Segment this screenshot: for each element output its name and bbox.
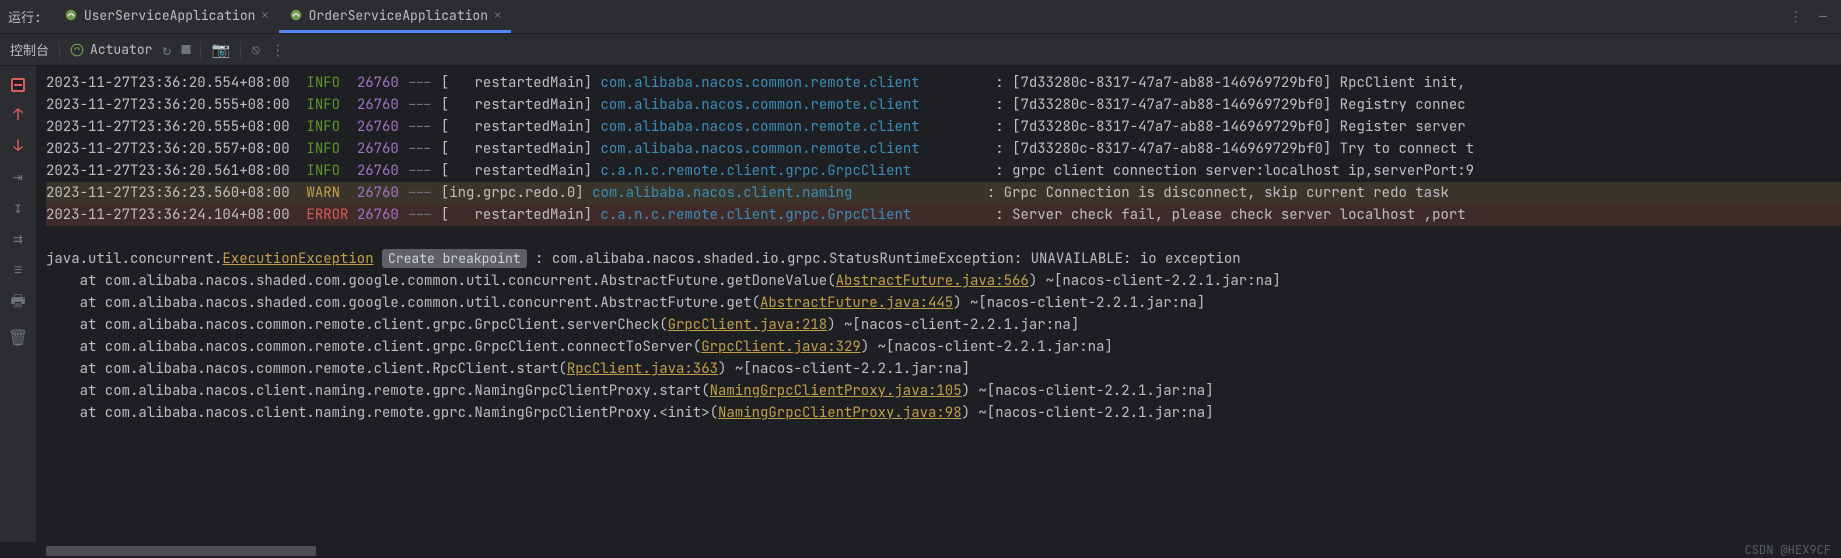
stack-frame: at com.alibaba.nacos.shaded.com.google.c… — [46, 292, 1841, 314]
close-icon[interactable]: ✕ — [494, 7, 501, 23]
spring-icon — [64, 8, 78, 22]
tab-label: OrderServiceApplication — [309, 7, 488, 24]
source-link[interactable]: GrpcClient.java:218 — [668, 316, 828, 334]
stack-frame: at com.alibaba.nacos.client.naming.remot… — [46, 402, 1841, 424]
print-icon[interactable]: 🖶 — [10, 290, 25, 317]
stack-frame: at com.alibaba.nacos.common.remote.clien… — [46, 314, 1841, 336]
tab-label: UserServiceApplication — [84, 7, 256, 24]
actuator-label: Actuator — [90, 41, 152, 58]
log-line: 2023-11-27T23:36:23.560+08:00 WARN 26760… — [46, 182, 1841, 204]
close-icon[interactable]: ✕ — [261, 7, 268, 23]
run-label: 运行: — [8, 7, 50, 26]
stack-frame: at com.alibaba.nacos.client.naming.remot… — [46, 380, 1841, 402]
log-line: 2023-11-27T23:36:20.555+08:00 INFO 26760… — [46, 116, 1841, 138]
console-output[interactable]: 2023-11-27T23:36:20.554+08:00 INFO 26760… — [36, 66, 1841, 542]
blank-line — [46, 226, 1841, 248]
tab-UserServiceApplication[interactable]: UserServiceApplication ✕ — [54, 1, 279, 33]
source-link[interactable]: GrpcClient.java:329 — [701, 338, 861, 356]
clear-icon[interactable]: ≡ — [13, 259, 23, 280]
create-breakpoint-chip[interactable]: Create breakpoint — [382, 249, 527, 268]
export-icon[interactable]: ⇥ — [13, 166, 23, 187]
console-gutter: ↑ ↓ ⇥ ↧ ⇉ ≡ 🖶 🗑 — [0, 66, 36, 542]
source-link[interactable]: RpcClient.java:363 — [567, 360, 718, 378]
tab-console[interactable]: 控制台 — [10, 40, 49, 59]
stack-frame: at com.alibaba.nacos.common.remote.clien… — [46, 358, 1841, 380]
rerun-icon[interactable]: ↻ — [162, 40, 171, 60]
up-arrow-icon[interactable]: ↑ — [13, 104, 23, 125]
watermark: CSDN @HEX9CF — [1745, 542, 1831, 558]
minimize-icon[interactable]: — — [1813, 8, 1833, 26]
source-link[interactable]: NamingGrpcClientProxy.java:105 — [710, 382, 962, 400]
log-line: 2023-11-27T23:36:20.555+08:00 INFO 26760… — [46, 94, 1841, 116]
stop-button[interactable] — [9, 76, 27, 94]
actuator-icon — [70, 43, 84, 57]
source-link[interactable]: AbstractFuture.java:566 — [836, 272, 1029, 290]
actuator-button[interactable]: Actuator — [70, 41, 152, 58]
more-icon[interactable]: ⋮ — [270, 40, 285, 60]
stack-frame: at com.alibaba.nacos.shaded.com.google.c… — [46, 270, 1841, 292]
exit-icon[interactable]: ⎋ — [251, 40, 260, 60]
scroll-to-end-icon[interactable]: ↧ — [13, 197, 23, 218]
run-tabs-bar: 运行: UserServiceApplication✕OrderServiceA… — [0, 0, 1841, 34]
trash-icon[interactable]: 🗑 — [8, 327, 28, 348]
log-line: 2023-11-27T23:36:20.557+08:00 INFO 26760… — [46, 138, 1841, 160]
stop-icon[interactable]: ■ — [181, 40, 190, 60]
exception-line: java.util.concurrent.ExecutionException … — [46, 248, 1841, 270]
camera-icon[interactable]: 📷 — [211, 40, 230, 60]
exception-link[interactable]: ExecutionException — [222, 250, 373, 268]
source-link[interactable]: NamingGrpcClientProxy.java:98 — [718, 404, 962, 422]
source-link[interactable]: AbstractFuture.java:445 — [760, 294, 953, 312]
toolbar: 控制台 Actuator ↻ ■ 📷 ⎋ ⋮ — [0, 34, 1841, 66]
log-line: 2023-11-27T23:36:24.104+08:00 ERROR 2676… — [46, 204, 1841, 226]
tab-OrderServiceApplication[interactable]: OrderServiceApplication ✕ — [279, 1, 512, 33]
down-arrow-icon[interactable]: ↓ — [13, 135, 23, 156]
horizontal-scrollbar[interactable] — [46, 546, 316, 556]
spring-icon — [289, 8, 303, 22]
stack-frame: at com.alibaba.nacos.common.remote.clien… — [46, 336, 1841, 358]
log-line: 2023-11-27T23:36:20.561+08:00 INFO 26760… — [46, 160, 1841, 182]
soft-wrap-icon[interactable]: ⇉ — [13, 228, 23, 249]
log-line: 2023-11-27T23:36:20.554+08:00 INFO 26760… — [46, 72, 1841, 94]
more-vertical-icon[interactable]: ⋮ — [1783, 8, 1809, 26]
